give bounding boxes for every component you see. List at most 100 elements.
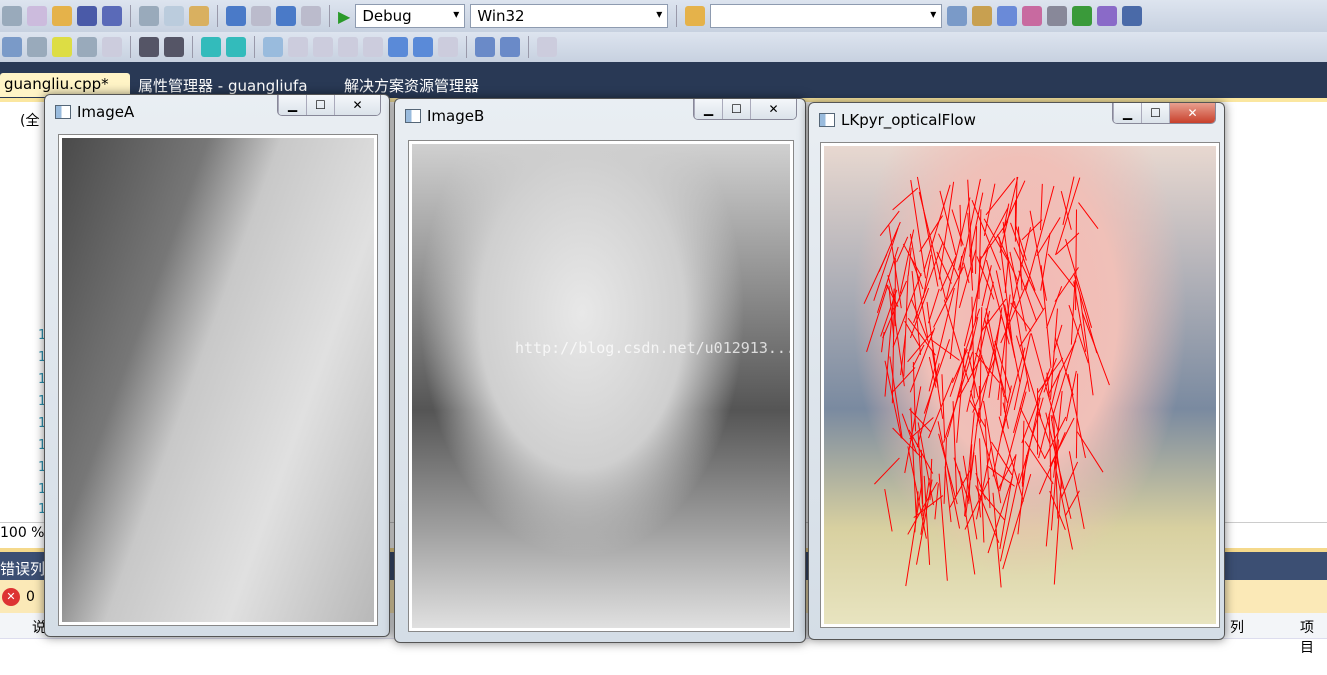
toolbar2-icon[interactable] (2, 37, 22, 57)
add-item-icon[interactable] (27, 6, 47, 26)
toolbar2-icon[interactable] (52, 37, 72, 57)
flow-vector (963, 262, 970, 284)
window-title: ImageB (427, 107, 485, 125)
navigate-forward-icon[interactable] (301, 6, 321, 26)
minimize-button[interactable]: ▁ (278, 95, 306, 115)
uncomment-icon[interactable] (226, 37, 246, 57)
flow-vector (1040, 183, 1043, 231)
flow-vector (979, 221, 1009, 262)
text-editor-toolbar (0, 32, 1327, 62)
flow-vector (1037, 411, 1051, 444)
undo-icon[interactable] (226, 6, 246, 26)
watermark: http://blog.csdn.net/u012913... (515, 339, 795, 357)
window-icon (55, 105, 71, 119)
save-all-icon[interactable] (102, 6, 122, 26)
paste-icon[interactable] (189, 6, 209, 26)
save-icon[interactable] (77, 6, 97, 26)
bookmark-folder-next-icon[interactable] (363, 37, 383, 57)
flow-vector (874, 457, 900, 485)
flow-vector (985, 308, 1005, 398)
class-view-icon[interactable] (1097, 6, 1118, 26)
window-imageb[interactable]: ImageB ▁ ☐ ✕ http://blog.csdn.net/u012913.… (394, 98, 806, 643)
window-imagea[interactable]: ImageA ▁ ☐ ✕ (44, 94, 390, 637)
disabled-icon[interactable] (537, 37, 557, 57)
bookmark-doc-icon[interactable] (388, 37, 408, 57)
error-count[interactable]: 0 (26, 589, 35, 605)
flow-vector (916, 479, 933, 565)
flow-vector (978, 209, 982, 300)
start-debug-icon[interactable]: ▶ (338, 7, 350, 26)
zoom-text: 100 % (0, 525, 45, 541)
toolbox-icon[interactable] (1022, 6, 1043, 26)
flow-vector (941, 374, 946, 439)
bookmark-icon[interactable] (263, 37, 283, 57)
flow-vector (980, 298, 1007, 332)
flow-vector (943, 437, 947, 504)
object-browser-icon[interactable] (997, 6, 1018, 26)
copy-icon[interactable] (164, 6, 184, 26)
flow-vector (884, 489, 893, 532)
platform-select[interactable]: Win32 (470, 4, 669, 28)
flow-vector (969, 400, 987, 429)
flow-vector (1053, 479, 1062, 585)
maximize-button[interactable]: ☐ (722, 99, 750, 119)
comment-icon[interactable] (201, 37, 221, 57)
cut-icon[interactable] (139, 6, 159, 26)
flow-vector (937, 421, 961, 529)
flow-vector (975, 485, 1000, 544)
command-window-icon[interactable] (1122, 6, 1143, 26)
solution-explorer-icon[interactable] (947, 6, 968, 26)
properties-icon[interactable] (972, 6, 993, 26)
find-in-files-icon[interactable] (685, 6, 706, 26)
breakpoint2-icon[interactable] (500, 37, 520, 57)
error-icon[interactable]: ✕ (2, 587, 20, 606)
flow-vector (951, 209, 964, 246)
tools-icon[interactable] (1047, 6, 1068, 26)
column-col[interactable]: 列 (1230, 617, 1244, 637)
minimize-button[interactable]: ▁ (1113, 103, 1141, 123)
flow-vector (1081, 312, 1110, 386)
find-combo[interactable] (710, 4, 943, 28)
flow-vector (1054, 337, 1074, 396)
flow-vector (1002, 180, 1026, 231)
clear-bookmarks-icon[interactable] (438, 37, 458, 57)
close-button[interactable]: ✕ (334, 95, 380, 115)
flow-vector (975, 445, 992, 520)
maximize-button[interactable]: ☐ (1141, 103, 1169, 123)
window-lkpyr-opticalflow[interactable]: LKpyr_opticalFlow ▁ ☐ ✕ (808, 102, 1225, 640)
next-bookmark-icon[interactable] (313, 37, 333, 57)
close-button[interactable]: ✕ (1169, 103, 1215, 123)
redo-icon[interactable] (251, 6, 271, 26)
close-button[interactable]: ✕ (750, 99, 796, 119)
window-title: ImageA (77, 103, 135, 121)
maximize-button[interactable]: ☐ (306, 95, 334, 115)
flow-vector (907, 446, 927, 539)
new-project-icon[interactable] (2, 6, 22, 26)
standard-toolbar: ▶ Debug Win32 (0, 0, 1327, 32)
open-icon[interactable] (52, 6, 72, 26)
column-project[interactable]: 项目 (1300, 617, 1327, 657)
toolbar2-icon[interactable] (102, 37, 122, 57)
flow-vector (1047, 253, 1075, 288)
minimize-button[interactable]: ▁ (694, 99, 722, 119)
navigate-icon[interactable] (276, 6, 296, 26)
prev-bookmark-icon[interactable] (288, 37, 308, 57)
flow-vector (1000, 387, 1002, 416)
toolbar2-icon[interactable] (27, 37, 47, 57)
flow-vector (1017, 455, 1028, 535)
flow-vector (905, 484, 923, 587)
flow-vector (1065, 238, 1093, 328)
window-icon (819, 113, 835, 127)
bookmark-folder-icon[interactable] (338, 37, 358, 57)
tab-label: guangliu.cpp* (4, 75, 109, 93)
breakpoint-icon[interactable] (475, 37, 495, 57)
outdent-icon[interactable] (139, 37, 159, 57)
flow-vector (977, 347, 990, 377)
extension-icon[interactable] (1072, 6, 1093, 26)
flow-vector (1075, 373, 1079, 459)
config-select[interactable]: Debug (355, 4, 466, 28)
scope-dropdown[interactable]: (全 (20, 110, 39, 130)
toolbar2-icon[interactable] (77, 37, 97, 57)
bookmark-doc-next-icon[interactable] (413, 37, 433, 57)
indent-icon[interactable] (164, 37, 184, 57)
